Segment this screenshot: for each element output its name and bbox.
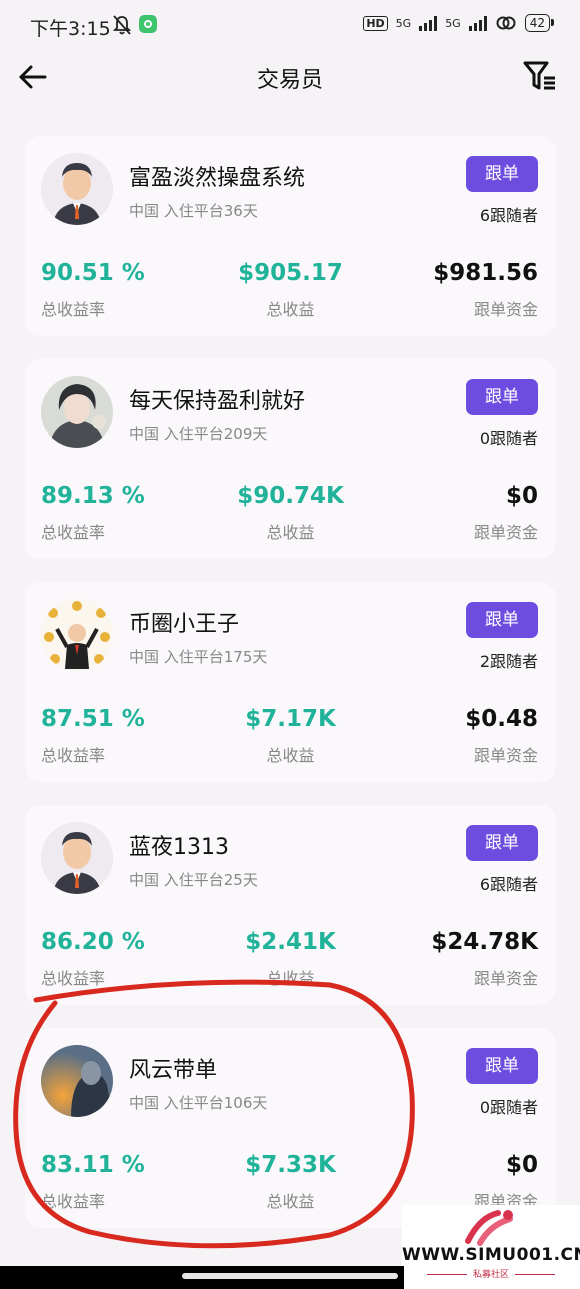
trader-name: 富盈淡然操盘系统 (129, 166, 306, 191)
trader-name: 币圈小王子 (129, 612, 240, 637)
filter-icon[interactable] (522, 58, 558, 94)
trader-meta: 中国 入住平台36天 (129, 202, 258, 220)
trader-card[interactable]: 每天保持盈利就好 中国 入住平台209天 跟单 0跟随者 89.13 % $90… (25, 359, 556, 559)
followers-count: 6跟随者 (479, 875, 538, 894)
battery-icon: 42 (524, 14, 555, 32)
copy-funds: $981.56 (433, 260, 538, 286)
followers-count: 6跟随者 (479, 206, 538, 225)
trader-list: 富盈淡然操盘系统 中国 入住平台36天 跟单 6跟随者 90.51 % $905… (25, 136, 556, 1251)
trader-name: 蓝夜1313 (129, 835, 229, 860)
top-bar: 交易员 (0, 52, 580, 104)
total-profit: $7.33K (245, 1152, 336, 1178)
watermark: WWW.SIMU001.CN 私募社区 (402, 1205, 580, 1289)
trader-card[interactable]: 风云带单 中国 入住平台106天 跟单 0跟随者 83.11 % $7.33K … (25, 1028, 556, 1228)
man-avatar-icon (41, 822, 113, 894)
copy-funds: $0.48 (465, 706, 538, 732)
copy-funds-label: 跟单资金 (473, 969, 538, 988)
network-5g-label: 5G (395, 16, 412, 30)
trader-meta: 中国 入住平台209天 (129, 425, 268, 443)
anime-avatar-icon (41, 376, 113, 448)
signal-icon (419, 15, 438, 31)
follow-button[interactable]: 跟单 (466, 825, 538, 861)
trader-meta: 中国 入住平台106天 (129, 1094, 268, 1112)
total-profit: $90.74K (237, 483, 344, 509)
warrior-avatar-icon (41, 1045, 113, 1117)
status-bar: 下午3:15 HD 5G 5G 42 (0, 0, 580, 52)
trader-name: 每天保持盈利就好 (129, 389, 306, 414)
trader-card[interactable]: 蓝夜1313 中国 入住平台25天 跟单 6跟随者 86.20 % $2.41K… (25, 805, 556, 1005)
followers-count: 0跟随者 (479, 1098, 538, 1117)
signal-icon-2 (468, 15, 487, 31)
coins-avatar-icon (41, 599, 113, 671)
app-notification-icon (139, 15, 157, 33)
watermark-logo-icon (465, 1210, 513, 1246)
watermark-sub: 私募社区 (402, 1267, 580, 1280)
link-icon (496, 16, 516, 30)
status-time: 下午3:15 (30, 18, 111, 40)
trader-meta: 中国 入住平台175天 (129, 648, 268, 666)
follow-button[interactable]: 跟单 (466, 1048, 538, 1084)
follow-button[interactable]: 跟单 (466, 602, 538, 638)
man-avatar-icon (41, 153, 113, 225)
network-5g-label-2: 5G (445, 16, 461, 30)
hd-icon: HD (363, 15, 388, 31)
copy-funds-label: 跟单资金 (473, 300, 538, 319)
copy-funds: $0 (505, 1152, 538, 1178)
trader-name: 风云带单 (129, 1058, 218, 1083)
follow-button[interactable]: 跟单 (466, 156, 538, 192)
trader-meta: 中国 入住平台25天 (129, 871, 258, 889)
copy-funds-label: 跟单资金 (473, 523, 538, 542)
follow-button[interactable]: 跟单 (466, 379, 538, 415)
page-title: 交易员 (256, 68, 323, 93)
bell-muted-icon (112, 15, 132, 35)
watermark-site: WWW.SIMU001.CN (402, 1245, 580, 1265)
copy-funds-label: 跟单资金 (473, 746, 538, 765)
followers-count: 2跟随者 (479, 652, 538, 671)
copy-funds: $0 (505, 483, 538, 509)
copy-funds: $24.78K (431, 929, 538, 955)
followers-count: 0跟随者 (479, 429, 538, 448)
trader-card[interactable]: 富盈淡然操盘系统 中国 入住平台36天 跟单 6跟随者 90.51 % $905… (25, 136, 556, 336)
home-indicator[interactable] (182, 1273, 398, 1279)
trader-card[interactable]: 币圈小王子 中国 入住平台175天 跟单 2跟随者 87.51 % $7.17K… (25, 582, 556, 782)
